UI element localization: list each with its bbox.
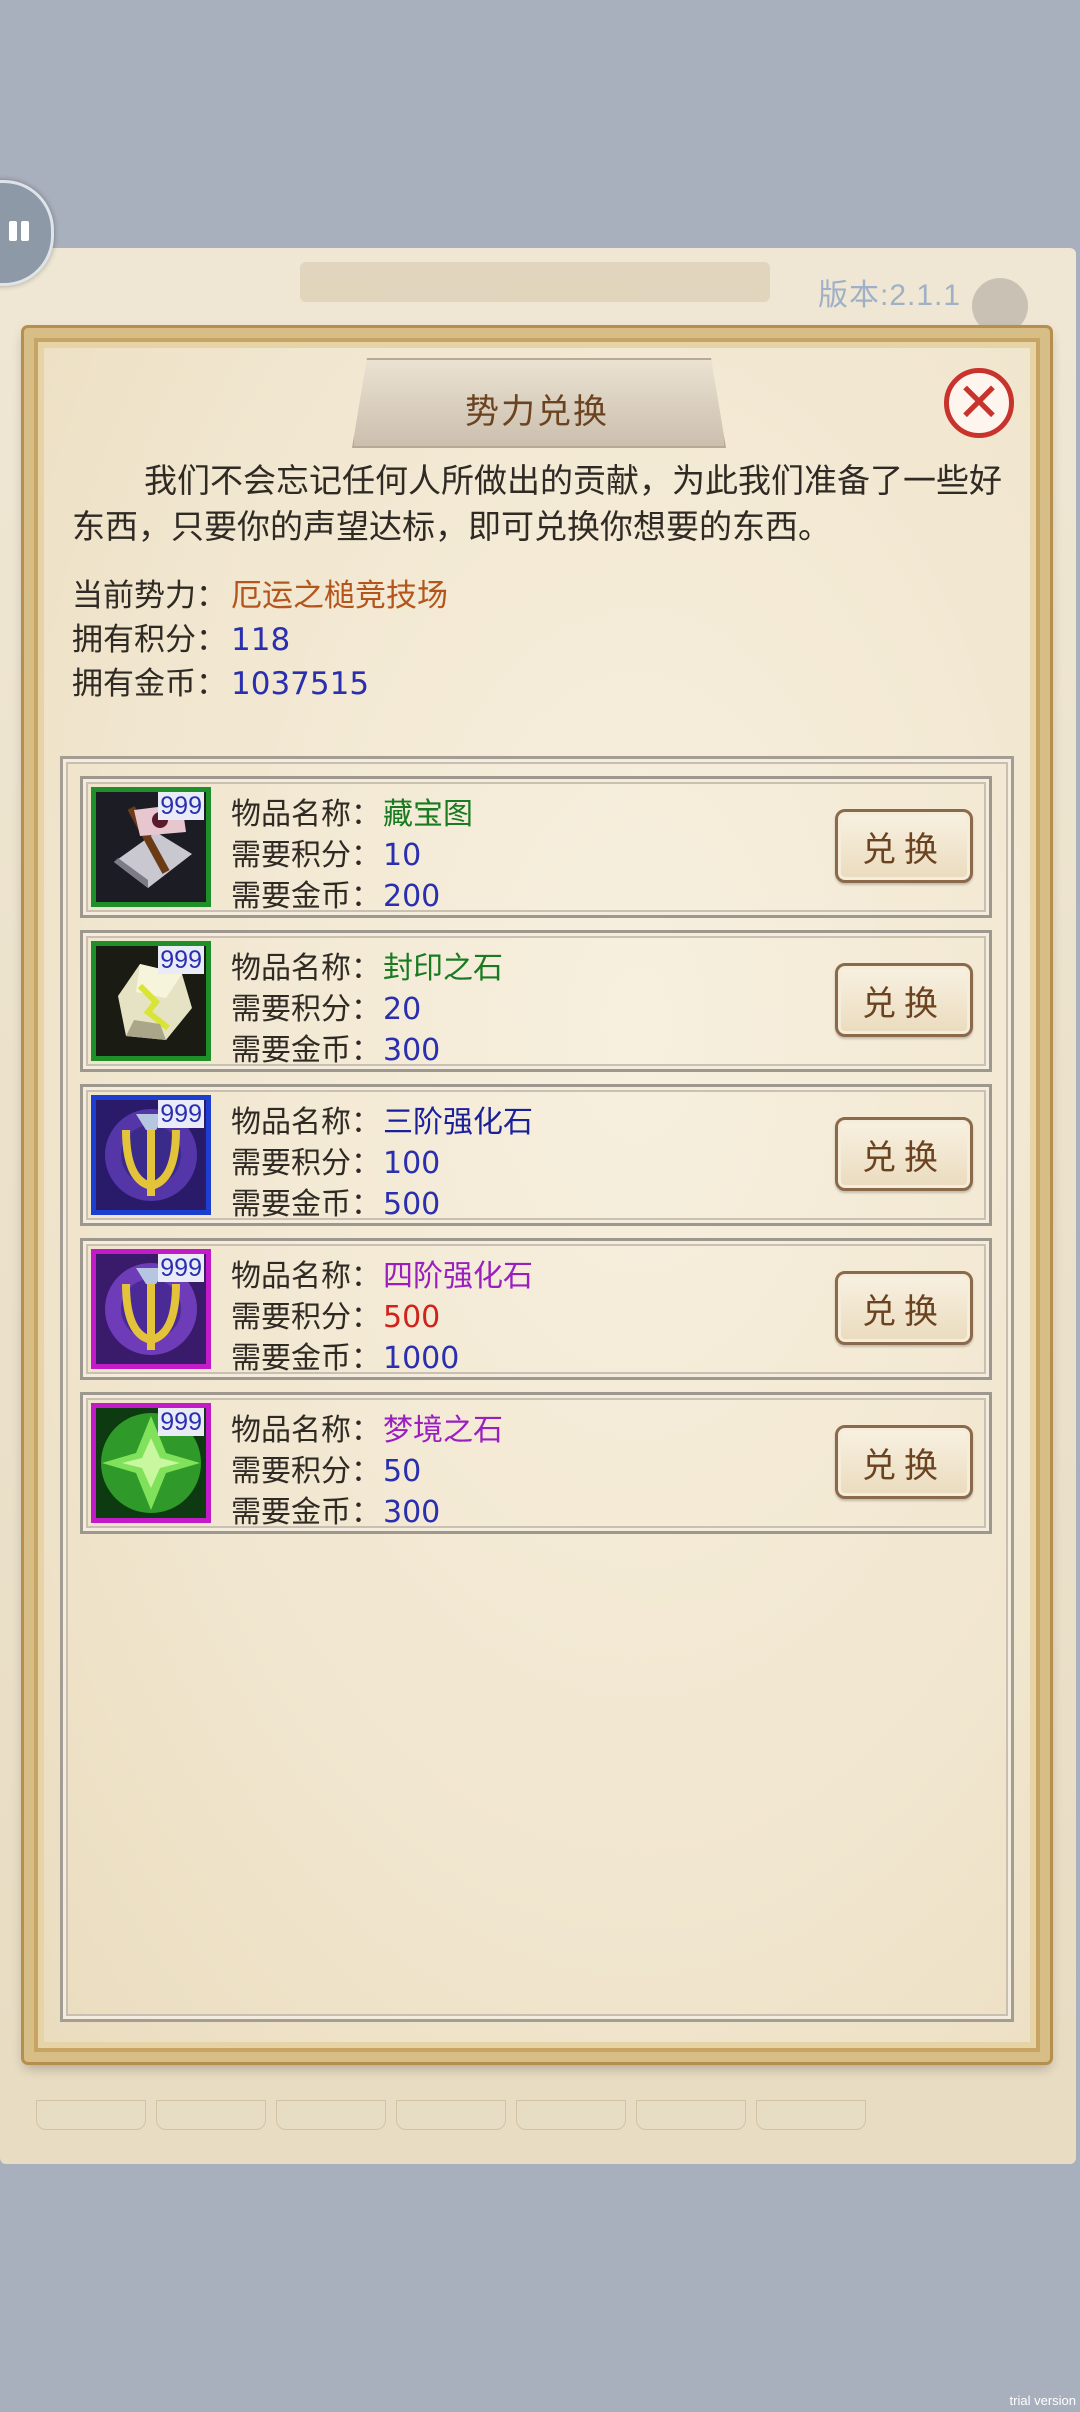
item-gold: 1000: [383, 1341, 460, 1376]
points-label: 拥有积分：: [72, 622, 227, 658]
item-name-line: 物品名称：藏宝图: [231, 789, 473, 833]
faction-row: 当前势力： 厄运之槌竞技场: [72, 570, 448, 615]
background-tab: [36, 2100, 146, 2130]
item-name-line: 物品名称：梦境之石: [231, 1405, 503, 1449]
item-points-label: 需要积分：: [231, 1454, 381, 1489]
background-tab: [156, 2100, 266, 2130]
item-points-line: 需要积分：10: [231, 830, 421, 874]
item-name-line: 物品名称：封印之石: [231, 943, 503, 987]
gold-row: 拥有金币： 1037515: [72, 658, 369, 703]
item-gold-label: 需要金币：: [231, 1033, 381, 1068]
panel-title: 势力兑换: [465, 392, 609, 432]
quantity-badge: 999: [158, 792, 204, 820]
close-icon: ✕: [956, 371, 1002, 434]
version-label: 版本:2.1.1: [818, 279, 962, 312]
background-tab: [636, 2100, 746, 2130]
item-points: 20: [383, 992, 422, 1027]
item-name-label: 物品名称：: [231, 797, 381, 832]
item-name-label: 物品名称：: [231, 1413, 381, 1448]
background-tab: [756, 2100, 866, 2130]
item-gold-label: 需要金币：: [231, 1187, 381, 1222]
close-button[interactable]: ✕: [944, 368, 1014, 438]
item-name: 藏宝图: [383, 797, 473, 832]
gold-value: 1037515: [231, 666, 370, 702]
quantity-badge: 999: [158, 1100, 204, 1128]
gold-label: 拥有金币：: [72, 666, 227, 702]
list-item: 999 物品名称：封印之石 需要积分：20 需要金币：300 兑换: [80, 930, 992, 1072]
item-gold-label: 需要金币：: [231, 1495, 381, 1530]
exchange-button[interactable]: 兑换: [835, 963, 973, 1037]
item-gold-line: 需要金币：500: [231, 1179, 440, 1223]
item-points-line: 需要积分：50: [231, 1446, 421, 1490]
item-points: 10: [383, 838, 422, 873]
item-name-label: 物品名称：: [231, 1105, 381, 1140]
item-gold-line: 需要金币：300: [231, 1487, 440, 1531]
item-name-label: 物品名称：: [231, 951, 381, 986]
item-points-line: 需要积分：100: [231, 1138, 440, 1182]
item-name-label: 物品名称：: [231, 1259, 381, 1294]
item-points-label: 需要积分：: [231, 1146, 381, 1181]
item-points: 50: [383, 1454, 422, 1489]
item-name-line: 物品名称：三阶强化石: [231, 1097, 533, 1141]
item-gold: 200: [383, 879, 441, 914]
sealing-stone-icon: 999: [91, 941, 211, 1061]
item-gold-label: 需要金币：: [231, 1341, 381, 1376]
list-item: 999 物品名称：藏宝图 需要积分：10 需要金币：200 兑换: [80, 776, 992, 918]
tier3-enhance-stone-icon: 999: [91, 1095, 211, 1215]
item-gold-line: 需要金币：300: [231, 1025, 440, 1069]
item-points: 100: [383, 1146, 441, 1181]
item-gold-line: 需要金币：200: [231, 871, 440, 915]
list-item: 999 物品名称：四阶强化石 需要积分：500 需要金币：1000 兑换: [80, 1238, 992, 1380]
exchange-button[interactable]: 兑换: [835, 1271, 973, 1345]
intro-text: 我们不会忘记任何人所做出的贡献，为此我们准备了一些好东西，只要你的声望达标，即可…: [72, 461, 1002, 546]
background-avatar: [972, 278, 1028, 334]
item-points-line: 需要积分：20: [231, 984, 421, 1028]
list-item: 999 物品名称：三阶强化石 需要积分：100 需要金币：500 兑换: [80, 1084, 992, 1226]
exchange-button[interactable]: 兑换: [835, 809, 973, 883]
dream-stone-icon: 999: [91, 1403, 211, 1523]
item-name: 封印之石: [383, 951, 503, 986]
item-points-label: 需要积分：: [231, 1300, 381, 1335]
exchange-button[interactable]: 兑换: [835, 1117, 973, 1191]
quantity-badge: 999: [158, 946, 204, 974]
item-gold: 300: [383, 1033, 441, 1068]
tier4-enhance-stone-icon: 999: [91, 1249, 211, 1369]
item-points-label: 需要积分：: [231, 992, 381, 1027]
item-points-label: 需要积分：: [231, 838, 381, 873]
item-name: 梦境之石: [383, 1413, 503, 1448]
watermark: trial version: [1009, 2393, 1076, 2408]
points-row: 拥有积分： 118: [72, 614, 290, 659]
background-tab: [396, 2100, 506, 2130]
item-gold-line: 需要金币：1000: [231, 1333, 459, 1377]
quantity-badge: 999: [158, 1254, 204, 1282]
item-gold: 500: [383, 1187, 441, 1222]
background-top-bar: [300, 262, 770, 302]
list-item: 999 物品名称：梦境之石 需要积分：50 需要金币：300 兑换: [80, 1392, 992, 1534]
item-name: 三阶强化石: [383, 1105, 533, 1140]
item-points: 500: [383, 1300, 441, 1335]
item-gold-label: 需要金币：: [231, 879, 381, 914]
background-tab: [276, 2100, 386, 2130]
background-tab: [516, 2100, 626, 2130]
treasure-map-icon: 999: [91, 787, 211, 907]
exchange-button[interactable]: 兑换: [835, 1425, 973, 1499]
quantity-badge: 999: [158, 1408, 204, 1436]
faction-value: 厄运之槌竞技场: [231, 578, 448, 614]
faction-label: 当前势力：: [72, 578, 227, 614]
item-points-line: 需要积分：500: [231, 1292, 440, 1336]
points-value: 118: [231, 622, 291, 658]
item-name-line: 物品名称：四阶强化石: [231, 1251, 533, 1295]
item-name: 四阶强化石: [383, 1259, 533, 1294]
item-gold: 300: [383, 1495, 441, 1530]
